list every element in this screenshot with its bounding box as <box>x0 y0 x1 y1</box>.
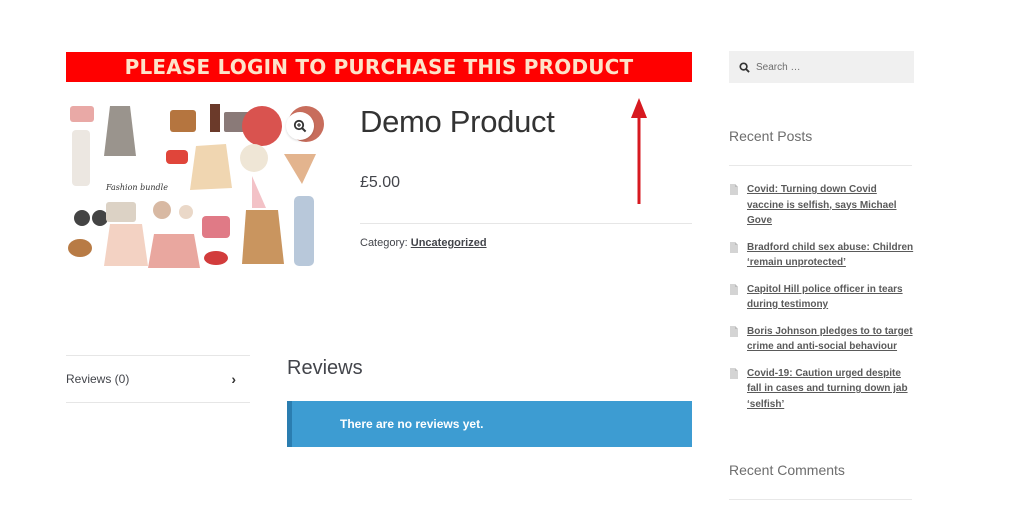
reviews-heading: Reviews <box>287 357 363 379</box>
recent-comments-title: Recent Comments <box>729 462 845 478</box>
search-field[interactable] <box>729 51 914 83</box>
tab-reviews[interactable]: Reviews (0) › <box>66 356 250 402</box>
recent-post-link[interactable]: Covid-19: Caution urged despite fall in … <box>747 366 914 413</box>
document-icon <box>730 367 738 379</box>
list-item: Bradford child sex abuse: Children ‘rema… <box>729 240 914 271</box>
zoom-button[interactable] <box>286 112 314 140</box>
magnifier-plus-icon <box>293 119 307 133</box>
svg-text:Fashion bundle: Fashion bundle <box>105 183 168 192</box>
chevron-right-icon: › <box>231 371 236 387</box>
login-required-banner: PLEASE LOGIN TO PURCHASE THIS PRODUCT <box>66 52 692 82</box>
list-item: Covid-19: Caution urged despite fall in … <box>729 366 914 413</box>
recent-posts-list: Covid: Turning down Covid vaccine is sel… <box>729 182 914 423</box>
tabs-divider-bottom <box>66 402 250 403</box>
product-meta: Category: Uncategorized <box>360 237 487 249</box>
search-icon <box>739 61 750 73</box>
recent-post-link[interactable]: Covid: Turning down Covid vaccine is sel… <box>747 182 914 229</box>
recent-posts-title: Recent Posts <box>729 128 813 144</box>
search-input[interactable] <box>756 61 906 73</box>
tab-reviews-label: Reviews (0) <box>66 372 130 386</box>
summary-divider <box>360 223 692 224</box>
recent-comments-rule <box>729 499 912 500</box>
product-title: Demo Product <box>360 104 555 139</box>
category-label: Category: <box>360 237 408 249</box>
document-icon <box>730 241 738 253</box>
document-icon <box>730 325 738 337</box>
no-reviews-notice: There are no reviews yet. <box>287 401 692 447</box>
recent-post-link[interactable]: Capitol Hill police officer in tears dur… <box>747 282 914 313</box>
recent-post-link[interactable]: Bradford child sex abuse: Children ‘rema… <box>747 240 914 271</box>
list-item: Covid: Turning down Covid vaccine is sel… <box>729 182 914 229</box>
list-item: Boris Johnson pledges to to target crime… <box>729 324 914 355</box>
list-item: Capitol Hill police officer in tears dur… <box>729 282 914 313</box>
recent-post-link[interactable]: Boris Johnson pledges to to target crime… <box>747 324 914 355</box>
product-price: £5.00 <box>360 174 401 191</box>
annotation-arrow <box>631 98 647 204</box>
recent-posts-rule <box>729 165 912 166</box>
category-link[interactable]: Uncategorized <box>411 237 487 249</box>
document-icon <box>730 283 738 295</box>
document-icon <box>730 184 738 195</box>
